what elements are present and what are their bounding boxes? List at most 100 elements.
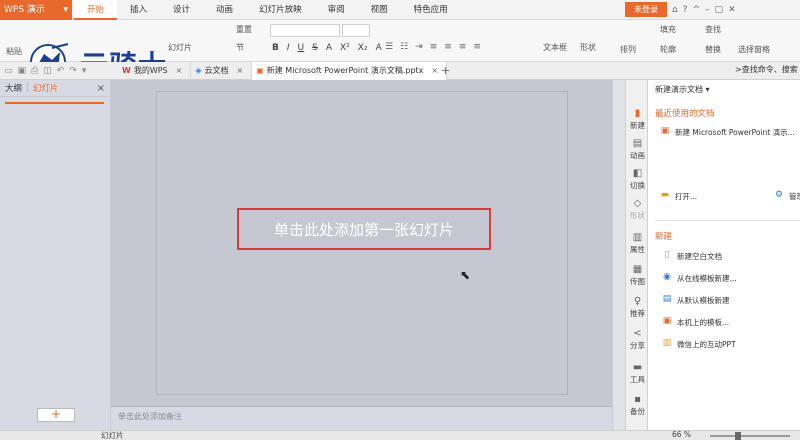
new-local-template-item[interactable]: ▣ 本机上的模板... (662, 316, 729, 328)
zoom-slider[interactable] (710, 435, 790, 437)
open-link[interactable]: ▬ 打开... (660, 190, 697, 202)
align-center-icon[interactable]: ≡ (444, 42, 452, 52)
local-template-icon: ▣ (662, 316, 672, 326)
align-left-icon[interactable]: ≡ (430, 42, 438, 52)
numbered-list-icon[interactable]: ☷ (400, 42, 408, 52)
strip-tools[interactable]: ▬ 工具 (626, 362, 649, 385)
tab-insert[interactable]: 插入 (117, 0, 160, 20)
justify-icon[interactable]: ≡ (473, 42, 481, 52)
tab-outline[interactable]: 大纲 (5, 82, 22, 94)
tab-special[interactable]: 特色应用 (401, 0, 461, 20)
tab-slides[interactable]: 幻灯片 (33, 82, 59, 94)
zoom-slider-handle[interactable] (735, 432, 741, 440)
font-color-button[interactable]: A (326, 43, 332, 53)
view-mode-label: 幻灯片 (101, 431, 124, 440)
quick-access-bar: ▭ ▣ ⎙ ◫ ↶ ↷ ▾ W 我的WPS × ◈ 云文档 × ▣ 新建 Mic… (0, 62, 800, 80)
ppt-file-icon: ▣ (256, 66, 264, 75)
save-icon[interactable]: ▣ (18, 66, 27, 76)
fill-button[interactable]: 填充 (660, 24, 676, 35)
open-folder-icon[interactable]: ▭ (4, 66, 13, 76)
shape-button[interactable]: 形状 (580, 42, 596, 53)
strip-image[interactable]: ▦ 传图 (626, 264, 649, 287)
tab-view[interactable]: 视图 (358, 0, 401, 20)
strip-properties[interactable]: ▥ 属性 (626, 232, 649, 255)
replace-button[interactable]: 替换 (705, 44, 721, 55)
title-placeholder[interactable]: 单击此处添加第一张幻灯片 (237, 208, 491, 250)
close-icon[interactable]: × (97, 83, 105, 94)
command-search[interactable]: >查找命令、搜索 (735, 64, 798, 75)
new-default-template-item[interactable]: ▤ 从默认模板新建 (662, 294, 730, 306)
strip-backup[interactable]: ▪ 备份 (626, 394, 649, 417)
app-menu-button[interactable]: WPS 演示 ▾ (0, 0, 72, 20)
italic-button[interactable]: I (287, 43, 290, 53)
indent-icon[interactable]: ⇥ (415, 42, 423, 52)
close-icon[interactable]: × (237, 62, 244, 80)
strip-label: 传图 (630, 277, 645, 286)
reset-button[interactable]: 重置 (236, 24, 252, 35)
help-icon[interactable]: ? (683, 5, 688, 15)
login-button[interactable]: 未登录 (625, 2, 667, 17)
add-slide-button[interactable]: + (37, 408, 75, 422)
strip-recommend[interactable]: ♀ 推荐 (626, 296, 649, 319)
new-item-label: 从在线模板新建... (677, 273, 737, 283)
tab-review[interactable]: 审阅 (315, 0, 358, 20)
chevron-down-icon[interactable]: ▾ (82, 66, 87, 76)
tab-cloud-docs[interactable]: ◈ 云文档 × (191, 62, 253, 80)
tab-design[interactable]: 设计 (160, 0, 203, 20)
strip-animation[interactable]: ▤ 动画 (626, 138, 649, 161)
clear-format-button[interactable]: A (376, 43, 382, 53)
pane-header[interactable]: 新建演示文档 ▾ (655, 84, 710, 95)
manage-link[interactable]: ⚙ 管理 (774, 190, 800, 202)
skin-icon[interactable]: ⌂ (672, 5, 678, 15)
add-tab-button[interactable]: + (441, 62, 450, 80)
slides-panel: 大纲 | 幻灯片 × + (0, 80, 111, 430)
select-pane-button[interactable]: 选择窗格 (738, 44, 770, 55)
recent-file-item[interactable]: ▣ 新建 Microsoft PowerPoint 演示... (660, 126, 795, 138)
redo-icon[interactable]: ↷ (69, 66, 77, 76)
print-icon[interactable]: ⎙ (31, 66, 38, 76)
align-right-icon[interactable]: ≡ (459, 42, 467, 52)
underline-button[interactable]: U (298, 43, 305, 53)
strip-shape[interactable]: ◇ 形状 (626, 198, 649, 221)
preview-icon[interactable]: ◫ (43, 66, 52, 76)
find-button[interactable]: 查找 (705, 24, 721, 35)
font-size-select[interactable] (342, 24, 370, 37)
tab-animation[interactable]: 动画 (203, 0, 246, 20)
tab-home[interactable]: 开始 (74, 0, 118, 20)
wps-icon: W (122, 66, 131, 75)
ppt-file-icon: ▣ (660, 126, 670, 136)
ribbon-toolbar: 粘贴 幻灯片 重置 节 B I U S A X² X₂ A ☰ ☷ ⇥ ≡ ≡ … (0, 20, 800, 82)
task-pane-strip: ▮ 新建 ▤ 动画 ◧ 切换 ◇ 形状 ▥ 属性 ▦ 传图 ♀ 推荐 < 分享 ▬ 工具 ▪ 备份 (625, 80, 648, 430)
close-icon[interactable]: ✕ (728, 5, 736, 15)
superscript-button[interactable]: X² (340, 43, 350, 53)
strip-transition[interactable]: ◧ 切换 (626, 168, 649, 191)
bullet-list-icon[interactable]: ☰ (385, 42, 393, 52)
undo-icon[interactable]: ↶ (57, 66, 65, 76)
new-online-template-item[interactable]: ◉ 从在线模板新建... (662, 272, 737, 284)
textbox-button[interactable]: 文本框 (543, 42, 567, 53)
tab-slideshow[interactable]: 幻灯片放映 (246, 0, 315, 20)
arrow-up-icon[interactable]: ^ (693, 5, 701, 15)
outline-button[interactable]: 轮廓 (660, 44, 676, 55)
slide-canvas: 单击此处添加第一张幻灯片 ⬉ (111, 80, 625, 406)
notes-area[interactable]: 单击此处添加备注 (111, 406, 612, 430)
restore-icon[interactable]: ▢ (715, 5, 724, 15)
zoom-level[interactable]: 66 % (672, 430, 691, 439)
strip-share[interactable]: < 分享 (626, 328, 649, 351)
strikethrough-button[interactable]: S (312, 43, 318, 53)
section-button[interactable]: 节 (236, 42, 244, 53)
paragraph-group: ☰ ☷ ⇥ ≡ ≡ ≡ ≡ (385, 42, 481, 52)
tab-my-wps[interactable]: W 我的WPS × (118, 62, 192, 80)
close-icon[interactable]: × (176, 62, 183, 80)
close-icon[interactable]: × (431, 62, 438, 80)
tab-current-presentation[interactable]: ▣ 新建 Microsoft PowerPoint 演示文稿.pptx × (252, 62, 448, 80)
minimize-icon[interactable]: – (705, 5, 710, 15)
new-wechat-ppt-item[interactable]: ▥ 微信上的互动PPT (662, 338, 736, 350)
bold-button[interactable]: B (272, 43, 279, 53)
arrange-button[interactable]: 排列 (620, 44, 636, 55)
new-blank-item[interactable]: ▯ 新建空白文档 (662, 250, 722, 262)
font-name-select[interactable] (270, 24, 340, 37)
vertical-scrollbar[interactable] (612, 80, 625, 430)
subscript-button[interactable]: X₂ (358, 43, 368, 53)
strip-new[interactable]: ▮ 新建 (626, 108, 649, 131)
